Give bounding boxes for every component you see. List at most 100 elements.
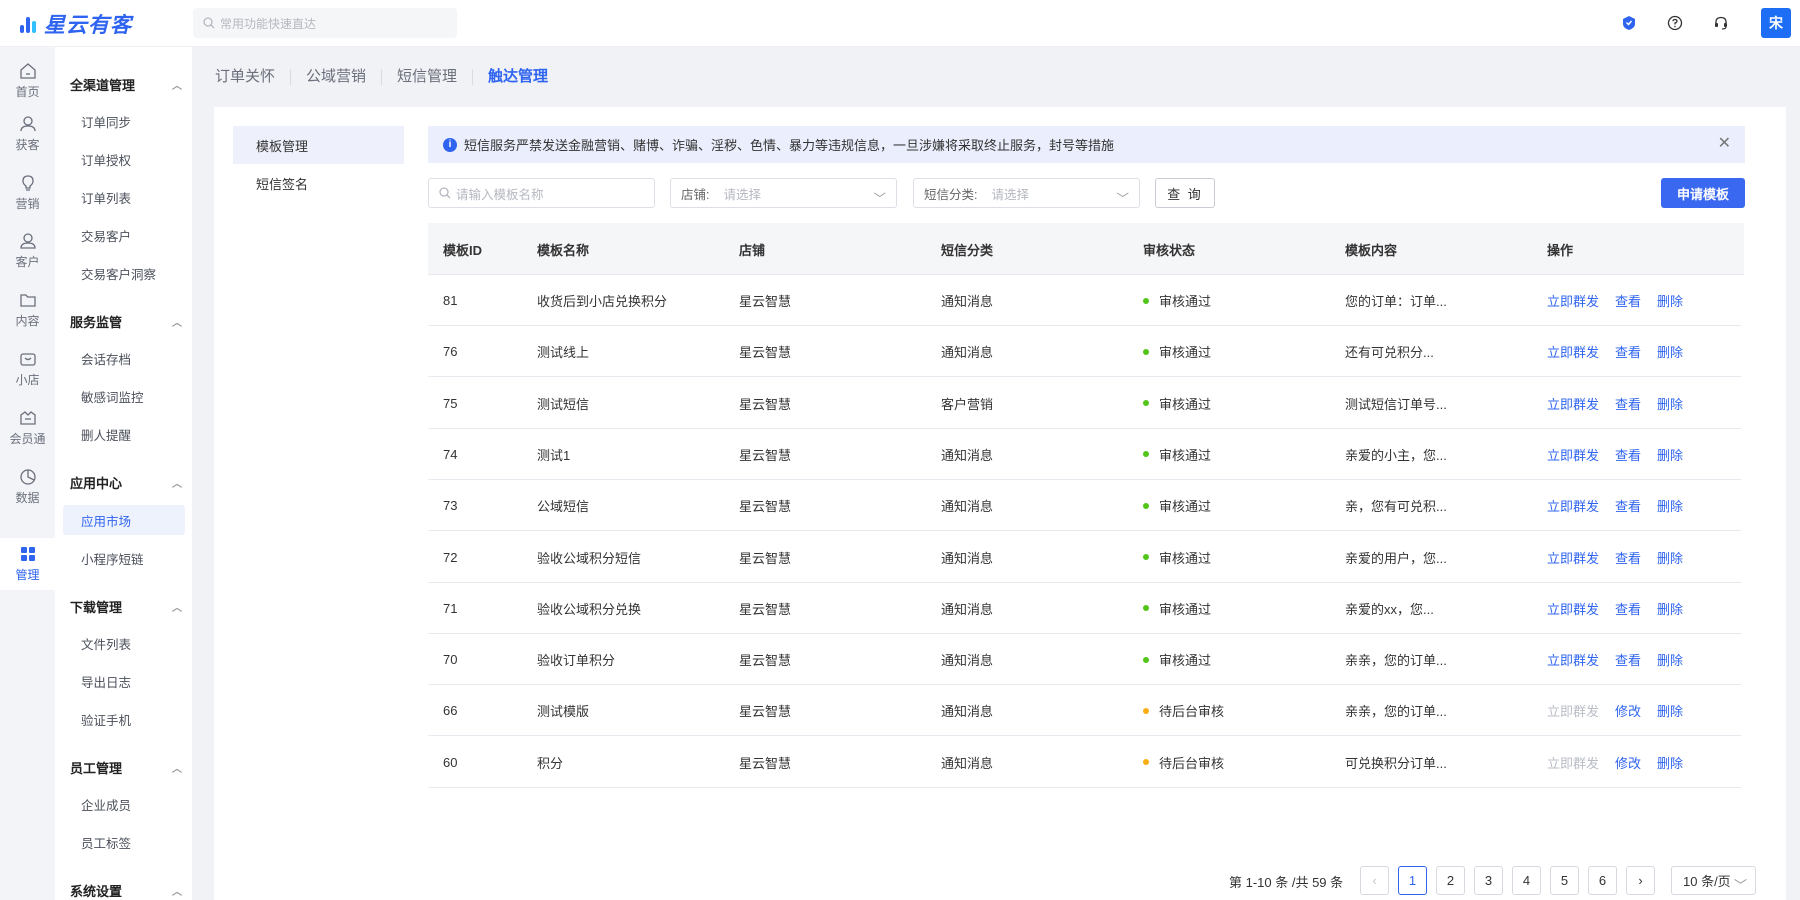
sidebar-item-verify-phone[interactable]: 验证手机 — [63, 704, 185, 734]
page-button[interactable]: 3 — [1474, 866, 1503, 895]
rail-item-content[interactable]: 内容 — [0, 284, 55, 336]
tab-order-care[interactable]: 订单关怀 — [215, 69, 292, 85]
global-search-input[interactable]: 常用功能快速直达 — [193, 8, 457, 38]
sidebar-item-order-auth[interactable]: 订单授权 — [63, 144, 185, 174]
delete-link[interactable]: 删除 — [1657, 701, 1683, 720]
view-link[interactable]: 查看 — [1615, 599, 1641, 618]
status-text: 审核通过 — [1159, 447, 1212, 463]
rail-item-member[interactable]: 会员通 — [0, 402, 55, 454]
template-name-search-input[interactable]: 请输入模板名称 — [428, 178, 655, 208]
rail-item-customer[interactable]: 客户 — [0, 225, 55, 277]
send-now-link[interactable]: 立即群发 — [1547, 291, 1599, 310]
query-button[interactable]: 查 询 — [1155, 178, 1215, 208]
view-link[interactable]: 查看 — [1615, 291, 1641, 310]
delete-link[interactable]: 删除 — [1657, 445, 1683, 464]
rail-item-home[interactable]: 首页 — [0, 55, 55, 107]
sidebar-item-staff-tags[interactable]: 员工标签 — [63, 827, 185, 857]
logo[interactable]: 星云有客 — [18, 10, 132, 38]
send-now-link[interactable]: 立即群发 — [1547, 548, 1599, 567]
group-title-system[interactable]: 系统设置 ︿ — [70, 880, 186, 900]
sidebar-item-app-market[interactable]: 应用市场 — [63, 505, 185, 535]
next-page-button[interactable]: › — [1626, 866, 1655, 895]
prev-page-button[interactable]: ‹ — [1360, 866, 1389, 895]
send-now-link[interactable]: 立即群发 — [1547, 445, 1599, 464]
edit-link[interactable]: 修改 — [1615, 753, 1641, 772]
shield-badge-icon[interactable] — [1619, 13, 1639, 33]
page-button[interactable]: 2 — [1436, 866, 1465, 895]
delete-link[interactable]: 删除 — [1657, 599, 1683, 618]
cell-actions: 立即群发 修改 删除 — [1547, 737, 1699, 788]
send-now-link[interactable]: 立即群发 — [1547, 650, 1599, 669]
rail-item-acquire[interactable]: 获客 — [0, 108, 55, 160]
delete-link[interactable]: 删除 — [1657, 291, 1683, 310]
sidebar-item-trade-customer[interactable]: 交易客户 — [63, 220, 185, 250]
sidebar-item-chat-archive[interactable]: 会话存档 — [63, 343, 185, 373]
headset-icon[interactable] — [1711, 13, 1731, 33]
page-size-select[interactable]: 10 条/页 ﹀ — [1671, 866, 1756, 895]
view-link[interactable]: 查看 — [1615, 548, 1641, 567]
tab-sms-management[interactable]: 短信管理 — [382, 69, 474, 85]
delete-link[interactable]: 删除 — [1657, 496, 1683, 515]
delete-link[interactable]: 删除 — [1657, 548, 1683, 567]
menu-item-template-management[interactable]: 模板管理 — [233, 126, 404, 164]
view-link[interactable]: 查看 — [1615, 650, 1641, 669]
menu-item-sms-signature[interactable]: 短信签名 — [233, 164, 404, 202]
edit-link[interactable]: 修改 — [1615, 701, 1641, 720]
view-link[interactable]: 查看 — [1615, 496, 1641, 515]
delete-link[interactable]: 删除 — [1657, 753, 1683, 772]
group-title-omnichannel[interactable]: 全渠道管理 ︿ — [70, 74, 186, 94]
shop-select[interactable]: 店铺: 请选择 ﹀ — [670, 178, 897, 208]
sms-category-select[interactable]: 短信分类: 请选择 ﹀ — [913, 178, 1140, 208]
group-title-app-center[interactable]: 应用中心 ︿ — [70, 472, 186, 492]
delete-link[interactable]: 删除 — [1657, 342, 1683, 361]
cell-template-id: 71 — [443, 600, 458, 616]
view-link[interactable]: 查看 — [1615, 342, 1641, 361]
view-link[interactable]: 查看 — [1615, 445, 1641, 464]
page-button[interactable]: 1 — [1398, 866, 1427, 895]
rail-item-shop[interactable]: 小店 — [0, 343, 55, 395]
cell-template-id: 76 — [443, 344, 458, 360]
sidebar-item-sensitive-words[interactable]: 敏感词监控 — [63, 381, 185, 411]
page-button[interactable]: 6 — [1588, 866, 1617, 895]
user-avatar[interactable]: 宋 — [1761, 8, 1791, 38]
view-link[interactable]: 查看 — [1615, 394, 1641, 413]
delete-link[interactable]: 删除 — [1657, 650, 1683, 669]
group-title-staff[interactable]: 员工管理 ︿ — [70, 757, 186, 777]
sidebar-item-mini-link[interactable]: 小程序短链 — [63, 543, 185, 573]
pagination-summary: 第 1-10 条 /共 59 条 — [1229, 875, 1344, 890]
send-now-link[interactable]: 立即群发 — [1547, 342, 1599, 361]
sidebar-item-export-log[interactable]: 导出日志 — [63, 666, 185, 696]
sidebar-item-trade-insight[interactable]: 交易客户洞察 — [63, 258, 185, 288]
rail-item-marketing[interactable]: 营销 — [0, 167, 55, 219]
tab-public-marketing[interactable]: 公域营销 — [291, 69, 383, 85]
table-row: 73 公域短信 星云智慧 通知消息 审核通过 亲，您有可兑积... 立即群发 查看 删除 — [428, 480, 1741, 532]
send-now-link[interactable]: 立即群发 — [1547, 701, 1599, 720]
cell-status: 审核通过 — [1143, 378, 1211, 429]
send-now-link[interactable]: 立即群发 — [1547, 599, 1599, 618]
sidebar-item-order-sync[interactable]: 订单同步 — [63, 106, 185, 136]
group-title-service[interactable]: 服务监管 ︿ — [70, 311, 186, 331]
help-icon[interactable] — [1665, 13, 1685, 33]
status-dot-icon — [1143, 400, 1149, 407]
sidebar-item-file-list[interactable]: 文件列表 — [63, 628, 185, 658]
delete-link[interactable]: 删除 — [1657, 394, 1683, 413]
status-text: 审核通过 — [1159, 396, 1212, 412]
close-icon[interactable]: ✕ — [1718, 136, 1731, 152]
group-title-download[interactable]: 下载管理 ︿ — [70, 596, 186, 616]
sidebar-item-members[interactable]: 企业成员 — [63, 789, 185, 819]
shop-icon — [19, 353, 36, 366]
sidebar-item-order-list[interactable]: 订单列表 — [63, 182, 185, 212]
apply-template-button[interactable]: 申请模板 — [1661, 178, 1745, 208]
rail-item-data[interactable]: 数据 — [0, 461, 55, 513]
lightbulb-icon — [21, 175, 34, 191]
chevron-up-icon: ︿ — [172, 80, 182, 92]
cell-content: 还有可兑积分... — [1345, 345, 1434, 361]
send-now-link[interactable]: 立即群发 — [1547, 753, 1599, 772]
tab-reach-management[interactable]: 触达管理 — [473, 69, 563, 85]
send-now-link[interactable]: 立即群发 — [1547, 394, 1599, 413]
send-now-link[interactable]: 立即群发 — [1547, 496, 1599, 515]
page-button[interactable]: 4 — [1512, 866, 1541, 895]
sidebar-item-delete-alert[interactable]: 删人提醒 — [63, 419, 185, 449]
page-button[interactable]: 5 — [1550, 866, 1579, 895]
rail-item-admin[interactable]: 管理 — [0, 538, 55, 590]
